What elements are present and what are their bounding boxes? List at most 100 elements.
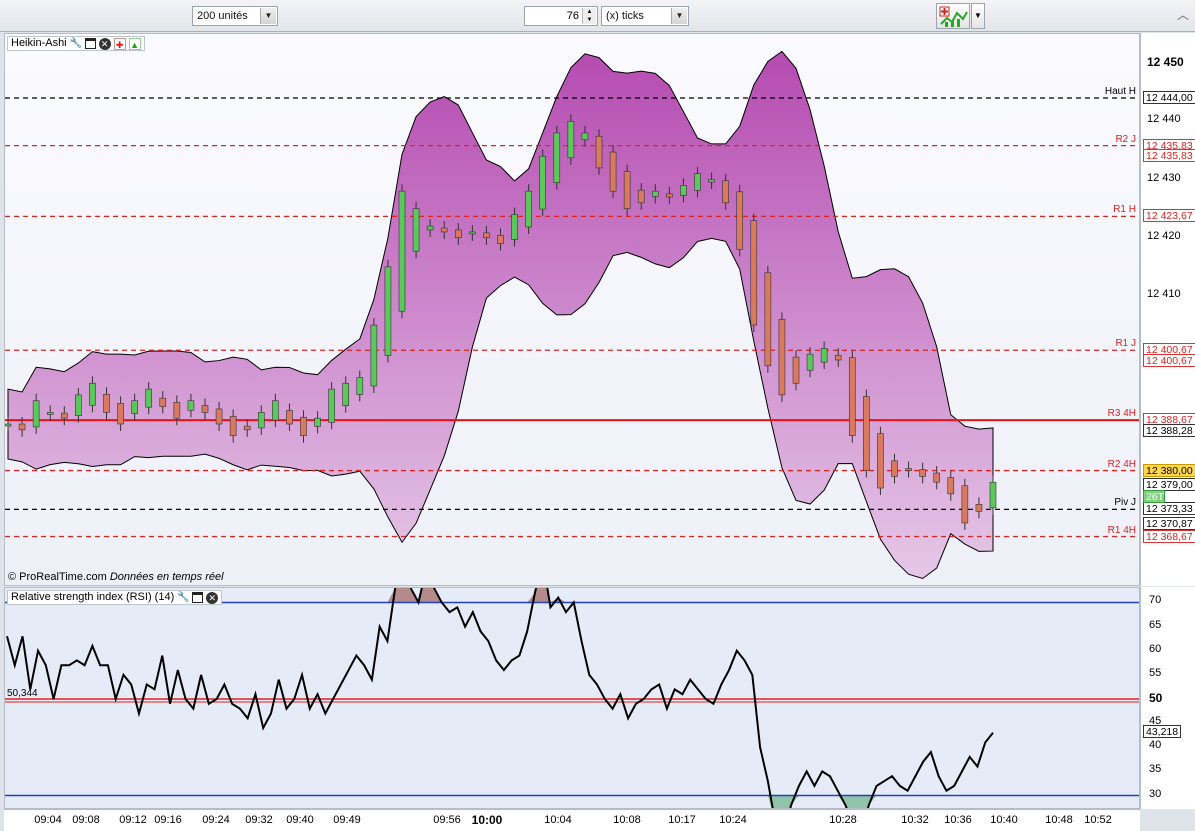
data-credit: © ProRealTime.com Données en temps réel: [8, 571, 224, 583]
candle: [398, 184, 406, 319]
candle: [961, 478, 969, 530]
time-axis-label: 09:56: [433, 814, 461, 826]
price-panel-header: Heikin-Ashi 🔧 ✕ ✚ ▲: [7, 36, 145, 51]
close-icon[interactable]: ✕: [98, 37, 111, 50]
candle: [764, 265, 772, 373]
candle: [384, 259, 392, 363]
pivot-level-tag: 12 380,00: [1143, 463, 1195, 477]
rsi-axis-tick: 65: [1149, 618, 1162, 631]
time-axis-label: 10:32: [901, 814, 929, 826]
pivot-level-label: R1 H: [1113, 204, 1136, 216]
time-axis-label: 09:08: [72, 814, 100, 826]
move-down-icon[interactable]: ✚: [113, 37, 126, 50]
rsi-axis-tick: 35: [1149, 763, 1162, 776]
time-axis-label: 09:12: [119, 814, 147, 826]
price-axis-tick: 12 430: [1147, 171, 1181, 184]
rsi-series: [5, 588, 1139, 808]
units-select[interactable]: 200 unités ▼: [192, 6, 278, 26]
rsi-axis-tick: 55: [1149, 666, 1162, 679]
pivot-level-tag: 12 368,67: [1143, 529, 1195, 543]
move-up-icon[interactable]: ▲: [128, 37, 141, 50]
price-tag: 12 388,28: [1143, 423, 1195, 437]
time-axis-label: 09:40: [286, 814, 314, 826]
rsi-left-value: 50,344: [7, 688, 38, 699]
rsi-axis[interactable]: 70 65 60 55 50 45 40 35 30 43,218: [1140, 587, 1195, 809]
bollinger-band-fill: [7, 50, 994, 580]
rsi-chart-canvas[interactable]: [5, 588, 1140, 809]
time-axis-label: 10:52: [1084, 814, 1112, 826]
rsi-axis-tick: 30: [1149, 787, 1162, 800]
wrench-icon[interactable]: 🔧: [70, 38, 82, 50]
ticks-spinner[interactable]: 76 ▲ ▼: [524, 6, 598, 26]
candle: [778, 312, 786, 402]
time-axis-label: 10:04: [544, 814, 572, 826]
wrench-icon[interactable]: 🔧: [177, 592, 189, 604]
price-axis-tick: 12 450: [1147, 55, 1184, 70]
price-axis-tick: 12 440: [1147, 113, 1181, 126]
price-chart-canvas[interactable]: [5, 34, 1140, 586]
time-axis-label: 09:49: [333, 814, 361, 826]
time-axis-label: 10:28: [829, 814, 857, 826]
rsi-axis-tick: 40: [1149, 739, 1162, 752]
candle: [595, 129, 603, 175]
price-tag: 12 435,83: [1143, 149, 1195, 163]
rsi-axis-tick: 50: [1149, 691, 1163, 705]
pivot-level-label: Piv J: [1114, 497, 1136, 509]
price-axis[interactable]: 12 450 12 440 12 430 12 420 12 410 12 444,00 1…: [1140, 33, 1195, 586]
prorealtime-chart-window: 200 unités ▼ 76 ▲ ▼ (x) ticks ▼ ▼ ︿ Heik…: [0, 0, 1195, 831]
rsi-axis-tick: 60: [1149, 642, 1162, 655]
tick-count-badge: 26T: [1143, 490, 1165, 504]
price-chart-panel[interactable]: Heikin-Ashi 🔧 ✕ ✚ ▲ © ProRealTime.com Do…: [4, 33, 1140, 586]
ticks-unit-select[interactable]: (x) ticks ▼: [601, 6, 689, 26]
spinner-arrows-icon[interactable]: ▲ ▼: [582, 8, 596, 24]
rsi-panel-header: Relative strength index (RSI) (14) 🔧 ✕: [7, 590, 223, 605]
ticks-spinner-value: 76: [566, 10, 579, 22]
candle: [328, 382, 335, 430]
rsi-panel[interactable]: Relative strength index (RSI) (14) 🔧 ✕ 5…: [4, 587, 1140, 809]
add-indicator-button[interactable]: [936, 3, 970, 29]
candle: [553, 125, 561, 190]
price-axis-tick: 12 410: [1147, 287, 1181, 300]
pivot-level-label: R1 J: [1115, 338, 1136, 350]
price-tag: 12 379,00: [1143, 477, 1195, 491]
candle: [609, 145, 617, 199]
chevron-down-icon: ▼: [974, 11, 982, 20]
time-axis-label: 10:24: [719, 814, 747, 826]
pivot-level-label: R2 4H: [1107, 458, 1136, 470]
pivot-level-tag: 12 444,00: [1143, 91, 1195, 105]
time-axis-label: 10:40: [990, 814, 1018, 826]
time-axis-label: 10:17: [668, 814, 696, 826]
candle: [567, 114, 575, 165]
time-axis-label: 09:16: [154, 814, 182, 826]
price-tag: 12 370,87: [1143, 517, 1195, 531]
rsi-panel-title: Relative strength index (RSI) (14): [11, 591, 175, 603]
pivot-level-tag: 12 373,33: [1143, 502, 1195, 516]
window-icon[interactable]: [84, 38, 96, 49]
chart-toolbar: 200 unités ▼ 76 ▲ ▼ (x) ticks ▼ ▼ ︿: [0, 0, 1195, 32]
time-axis-label: 09:04: [34, 814, 62, 826]
time-axis-label: 10:08: [613, 814, 641, 826]
chevron-up-icon: ︿: [1176, 8, 1189, 22]
pivot-level-tag: 12 423,67: [1143, 209, 1195, 223]
chevron-down-icon[interactable]: ▼: [260, 8, 276, 24]
indicator-chart-icon: [939, 6, 968, 27]
collapse-toolbar-button[interactable]: ︿: [1173, 4, 1193, 26]
time-axis-label: 10:36: [944, 814, 972, 826]
indicator-menu-dropdown[interactable]: ▼: [971, 3, 985, 29]
window-icon[interactable]: [192, 592, 204, 603]
rsi-oversold-fill: [7, 795, 993, 808]
pivot-level-label: Haut H: [1104, 86, 1136, 98]
units-select-value: 200 unités: [197, 10, 248, 22]
pivot-level-label: R3 4H: [1107, 408, 1136, 420]
bollinger-band: [7, 50, 994, 580]
time-axis[interactable]: 09:04 09:08 09:12 09:16 09:24 09:32 09:40 09:49…: [4, 809, 1140, 831]
chevron-down-icon[interactable]: ▼: [671, 8, 687, 24]
candle: [370, 318, 378, 393]
close-icon[interactable]: ✕: [206, 591, 219, 604]
candle: [736, 184, 744, 257]
candle: [877, 426, 884, 496]
candle: [750, 213, 758, 333]
time-axis-label: 10:48: [1045, 814, 1073, 826]
time-axis-label: 10:00: [471, 813, 503, 827]
credit-brand: © ProRealTime.com: [8, 571, 107, 583]
